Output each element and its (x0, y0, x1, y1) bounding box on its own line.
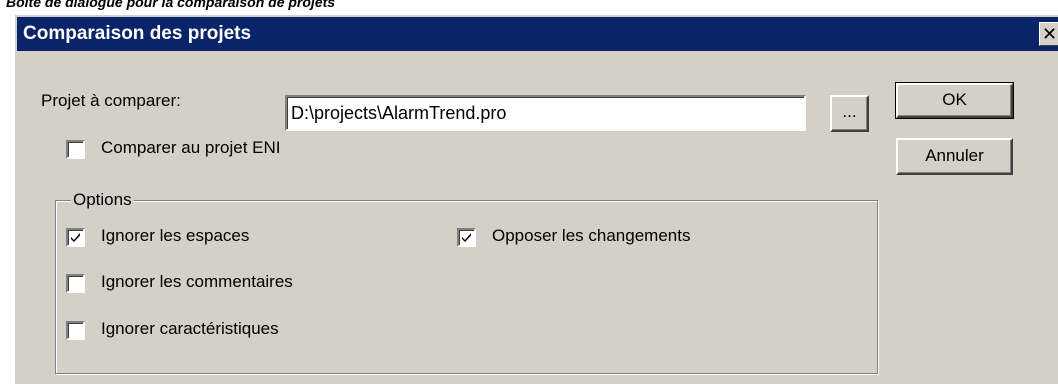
option-compare-changes-checkbox[interactable] (457, 228, 476, 247)
eni-checkbox[interactable] (66, 140, 85, 159)
dialog-title: Comparaison des projets (23, 23, 252, 44)
option-compare-changes-label: Opposer les changements (492, 226, 691, 245)
option-ignore-spaces-label: Ignorer les espaces (101, 226, 250, 245)
browse-button[interactable]: ... (830, 95, 869, 132)
project-path-input[interactable] (291, 101, 791, 125)
cancel-button-label: Annuler (925, 146, 984, 165)
option-ignore-spaces-checkbox[interactable] (66, 228, 85, 247)
option-ignore-properties-checkbox[interactable] (66, 321, 85, 340)
close-icon: ✕ (1041, 24, 1058, 44)
options-group-label: Options (71, 190, 134, 210)
ok-button-label: OK (942, 90, 967, 109)
project-path-field[interactable] (285, 95, 806, 131)
option-ignore-comments-checkbox[interactable] (66, 274, 85, 293)
option-ignore-properties-label: Ignorer caractéristiques (101, 319, 279, 338)
ok-button[interactable]: OK (895, 82, 1014, 119)
title-bar[interactable]: Comparaison des projets ✕ (17, 17, 1058, 51)
project-label: Projet à comparer: (41, 91, 181, 110)
eni-checkbox-label: Comparer au projet ENI (101, 138, 281, 157)
compare-projects-dialog: Comparaison des projets ✕ Projet à compa… (14, 14, 1058, 384)
close-button[interactable]: ✕ (1039, 22, 1058, 46)
checkmark-icon (71, 233, 80, 242)
option-ignore-comments-label: Ignorer les commentaires (101, 272, 293, 291)
browse-button-label: ... (842, 102, 857, 121)
checkmark-icon (462, 233, 471, 242)
figure-caption: Boîte de dialogue pour la comparaison de… (6, 0, 336, 10)
cancel-button[interactable]: Annuler (896, 138, 1013, 175)
